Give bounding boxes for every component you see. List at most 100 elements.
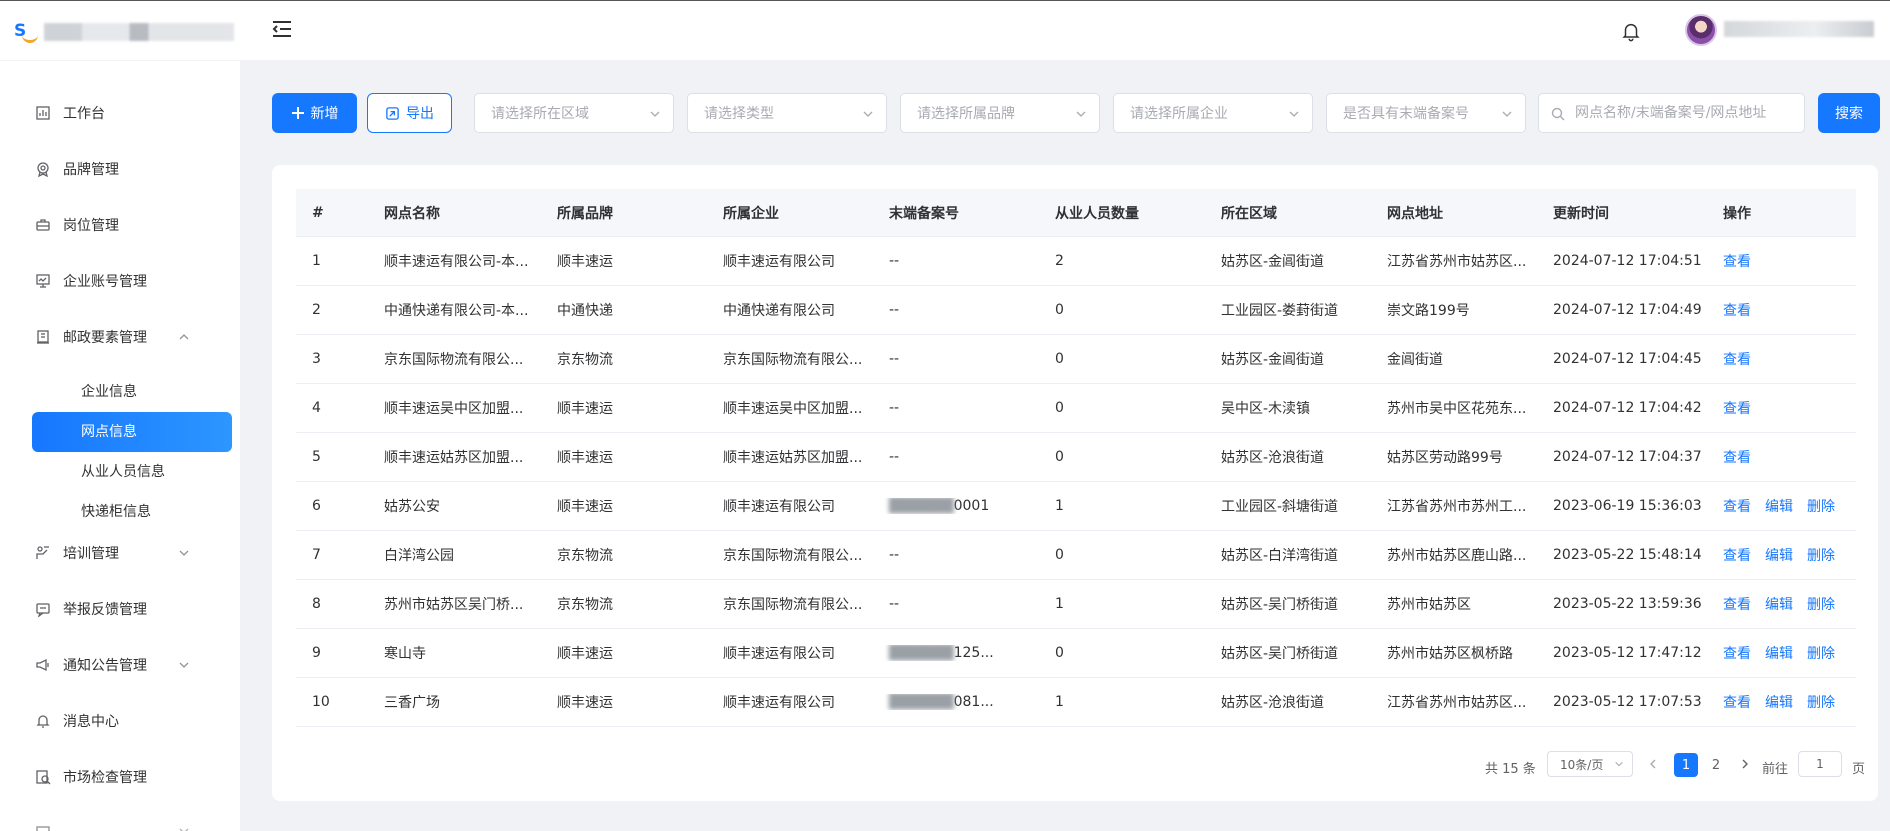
- page-number-1[interactable]: 1: [1674, 753, 1698, 777]
- delete-link[interactable]: 删除: [1807, 548, 1835, 564]
- sidebar-item-brand[interactable]: 品牌管理: [0, 149, 240, 189]
- sidebar-item-market-inspection[interactable]: 市场检查管理: [0, 757, 240, 797]
- edit-link[interactable]: 编辑: [1765, 499, 1793, 515]
- edit-link[interactable]: 编辑: [1765, 695, 1793, 711]
- table-cell-address: 苏州市姑苏区鹿山路...: [1387, 548, 1527, 564]
- table-cell-time: 2024-07-12 17:04:49: [1553, 302, 1702, 318]
- sidebar-subitem-company-info[interactable]: 企业信息: [32, 372, 232, 412]
- building-icon: [37, 330, 49, 344]
- table-cell-idx: 9: [312, 645, 321, 661]
- company-select[interactable]: 请选择所属企业: [1113, 93, 1313, 133]
- table-cell-name: 三香广场: [384, 695, 440, 711]
- announcement-icon: [36, 658, 49, 672]
- table-cell-staff: 0: [1055, 449, 1064, 465]
- table-cell-region: 姑苏区-吴门桥街道: [1221, 646, 1339, 662]
- view-link[interactable]: 查看: [1723, 646, 1751, 662]
- sidebar-item-announcement[interactable]: 通知公告管理: [0, 645, 240, 685]
- table-cell-brand: 顺丰速运: [557, 254, 613, 270]
- view-link[interactable]: 查看: [1723, 303, 1751, 319]
- chevron-down-icon: [179, 828, 189, 831]
- outlet-table: # 网点名称 所属品牌 所属企业 末端备案号 从业人员数量 所在区域 网点地址 …: [296, 189, 1856, 727]
- record-number-visible: 081...: [953, 694, 994, 710]
- table-row: 5 顺丰速运姑苏区加盟... 顺丰速运 顺丰速运姑苏区加盟... -- 0 姑苏区-沧浪街道…: [296, 433, 1856, 482]
- column-header: 操作: [1723, 205, 1751, 222]
- view-link[interactable]: 查看: [1723, 401, 1751, 417]
- bell-icon[interactable]: [1620, 19, 1642, 43]
- redacted-text: ██████: [889, 694, 954, 710]
- goto-page-input[interactable]: [1798, 751, 1842, 777]
- page-unit-label: 页: [1852, 761, 1866, 777]
- menu-fold-icon[interactable]: [270, 17, 294, 41]
- search-input[interactable]: [1575, 105, 1795, 121]
- redacted-text: ██████: [889, 645, 954, 661]
- column-header: 网点地址: [1387, 205, 1443, 222]
- table-cell-name: 顺丰速运姑苏区加盟...: [384, 450, 524, 466]
- sidebar-subitem-staff-info[interactable]: 从业人员信息: [32, 452, 232, 492]
- sidebar-item-cutoff[interactable]: [0, 811, 240, 831]
- add-button[interactable]: 新增: [272, 93, 357, 133]
- prev-page-icon[interactable]: [1646, 757, 1660, 771]
- view-link[interactable]: 查看: [1723, 352, 1751, 368]
- view-link[interactable]: 查看: [1723, 597, 1751, 613]
- search-button[interactable]: 搜索: [1818, 93, 1880, 133]
- table-cell-brand: 顺丰速运: [557, 401, 613, 417]
- table-cell-brand: 顺丰速运: [557, 695, 613, 711]
- record-number-select[interactable]: 是否具有末端备案号: [1326, 93, 1526, 133]
- table-cell-staff: 1: [1055, 596, 1064, 612]
- chevron-down-icon: [1076, 111, 1086, 117]
- sidebar-item-post[interactable]: 岗位管理: [0, 205, 240, 245]
- table-cell-time: 2024-07-12 17:04:42: [1553, 400, 1702, 416]
- delete-link[interactable]: 删除: [1807, 695, 1835, 711]
- chevron-down-icon: [179, 550, 189, 556]
- sidebar-item-postal-elements[interactable]: 邮政要素管理: [0, 317, 240, 357]
- table-cell-address: 金阊街道: [1387, 352, 1443, 368]
- table-cell-address: 江苏省苏州市姑苏区...: [1387, 254, 1527, 270]
- view-link[interactable]: 查看: [1723, 499, 1751, 515]
- next-page-icon[interactable]: [1738, 757, 1752, 771]
- logo-icon: S: [14, 19, 40, 45]
- brand-select[interactable]: 请选择所属品牌: [900, 93, 1100, 133]
- table-cell-staff: 0: [1055, 302, 1064, 318]
- table-cell-name: 顺丰速运吴中区加盟...: [384, 401, 524, 417]
- table-row: 9 寒山寺 顺丰速运 顺丰速运有限公司 ██████125... 0 姑苏区-吴门桥街道 苏州…: [296, 629, 1856, 678]
- edit-link[interactable]: 编辑: [1765, 597, 1793, 613]
- delete-link[interactable]: 删除: [1807, 499, 1835, 515]
- user-name-redacted[interactable]: [1724, 21, 1874, 37]
- delete-link[interactable]: 删除: [1807, 597, 1835, 613]
- table-cell-actions: 查看: [1707, 349, 1856, 369]
- sidebar-subitem-locker-info[interactable]: 快递柜信息: [32, 492, 232, 532]
- app-logo[interactable]: S: [14, 19, 234, 45]
- chevron-down-icon: [650, 111, 660, 117]
- sidebar-item-report-feedback[interactable]: 举报反馈管理: [0, 589, 240, 629]
- app-title-redacted: [44, 23, 234, 41]
- sidebar-item-company-account[interactable]: 企业账号管理: [0, 261, 240, 301]
- sidebar-item-dashboard[interactable]: 工作台: [0, 93, 240, 133]
- table-cell-company: 京东国际物流有限公...: [723, 548, 863, 564]
- sidebar-item-message-center[interactable]: 消息中心: [0, 701, 240, 741]
- sidebar-subitem-outlet-info[interactable]: 网点信息: [32, 412, 232, 452]
- table-cell-staff: 1: [1055, 498, 1064, 514]
- view-link[interactable]: 查看: [1723, 548, 1751, 564]
- search-input-wrapper[interactable]: [1538, 93, 1805, 133]
- table-cell-record: ██████125...: [873, 645, 1039, 661]
- type-select[interactable]: 请选择类型: [687, 93, 887, 133]
- table-cell-idx: 7: [312, 547, 321, 563]
- view-link[interactable]: 查看: [1723, 254, 1751, 270]
- export-button[interactable]: 导出: [367, 93, 452, 133]
- edit-link[interactable]: 编辑: [1765, 548, 1793, 564]
- page-size-select[interactable]: 10条/页: [1547, 751, 1633, 777]
- table-cell-name: 京东国际物流有限公...: [384, 352, 524, 368]
- chevron-down-icon: [863, 111, 873, 117]
- view-link[interactable]: 查看: [1723, 450, 1751, 466]
- view-link[interactable]: 查看: [1723, 695, 1751, 711]
- edit-link[interactable]: 编辑: [1765, 646, 1793, 662]
- table-cell-staff: 1: [1055, 694, 1064, 710]
- delete-link[interactable]: 删除: [1807, 646, 1835, 662]
- user-avatar[interactable]: [1685, 14, 1717, 46]
- region-select[interactable]: 请选择所在区域: [474, 93, 674, 133]
- table-cell-name: 顺丰速运有限公司-本...: [384, 254, 529, 270]
- sidebar-item-training[interactable]: 培训管理: [0, 533, 240, 573]
- page-number-2[interactable]: 2: [1704, 753, 1728, 777]
- table-cell-time: 2024-07-12 17:04:37: [1553, 449, 1702, 465]
- table-row: 6 姑苏公安 顺丰速运 顺丰速运有限公司 ██████0001 1 工业园区-斜塘街道 江苏省…: [296, 482, 1856, 531]
